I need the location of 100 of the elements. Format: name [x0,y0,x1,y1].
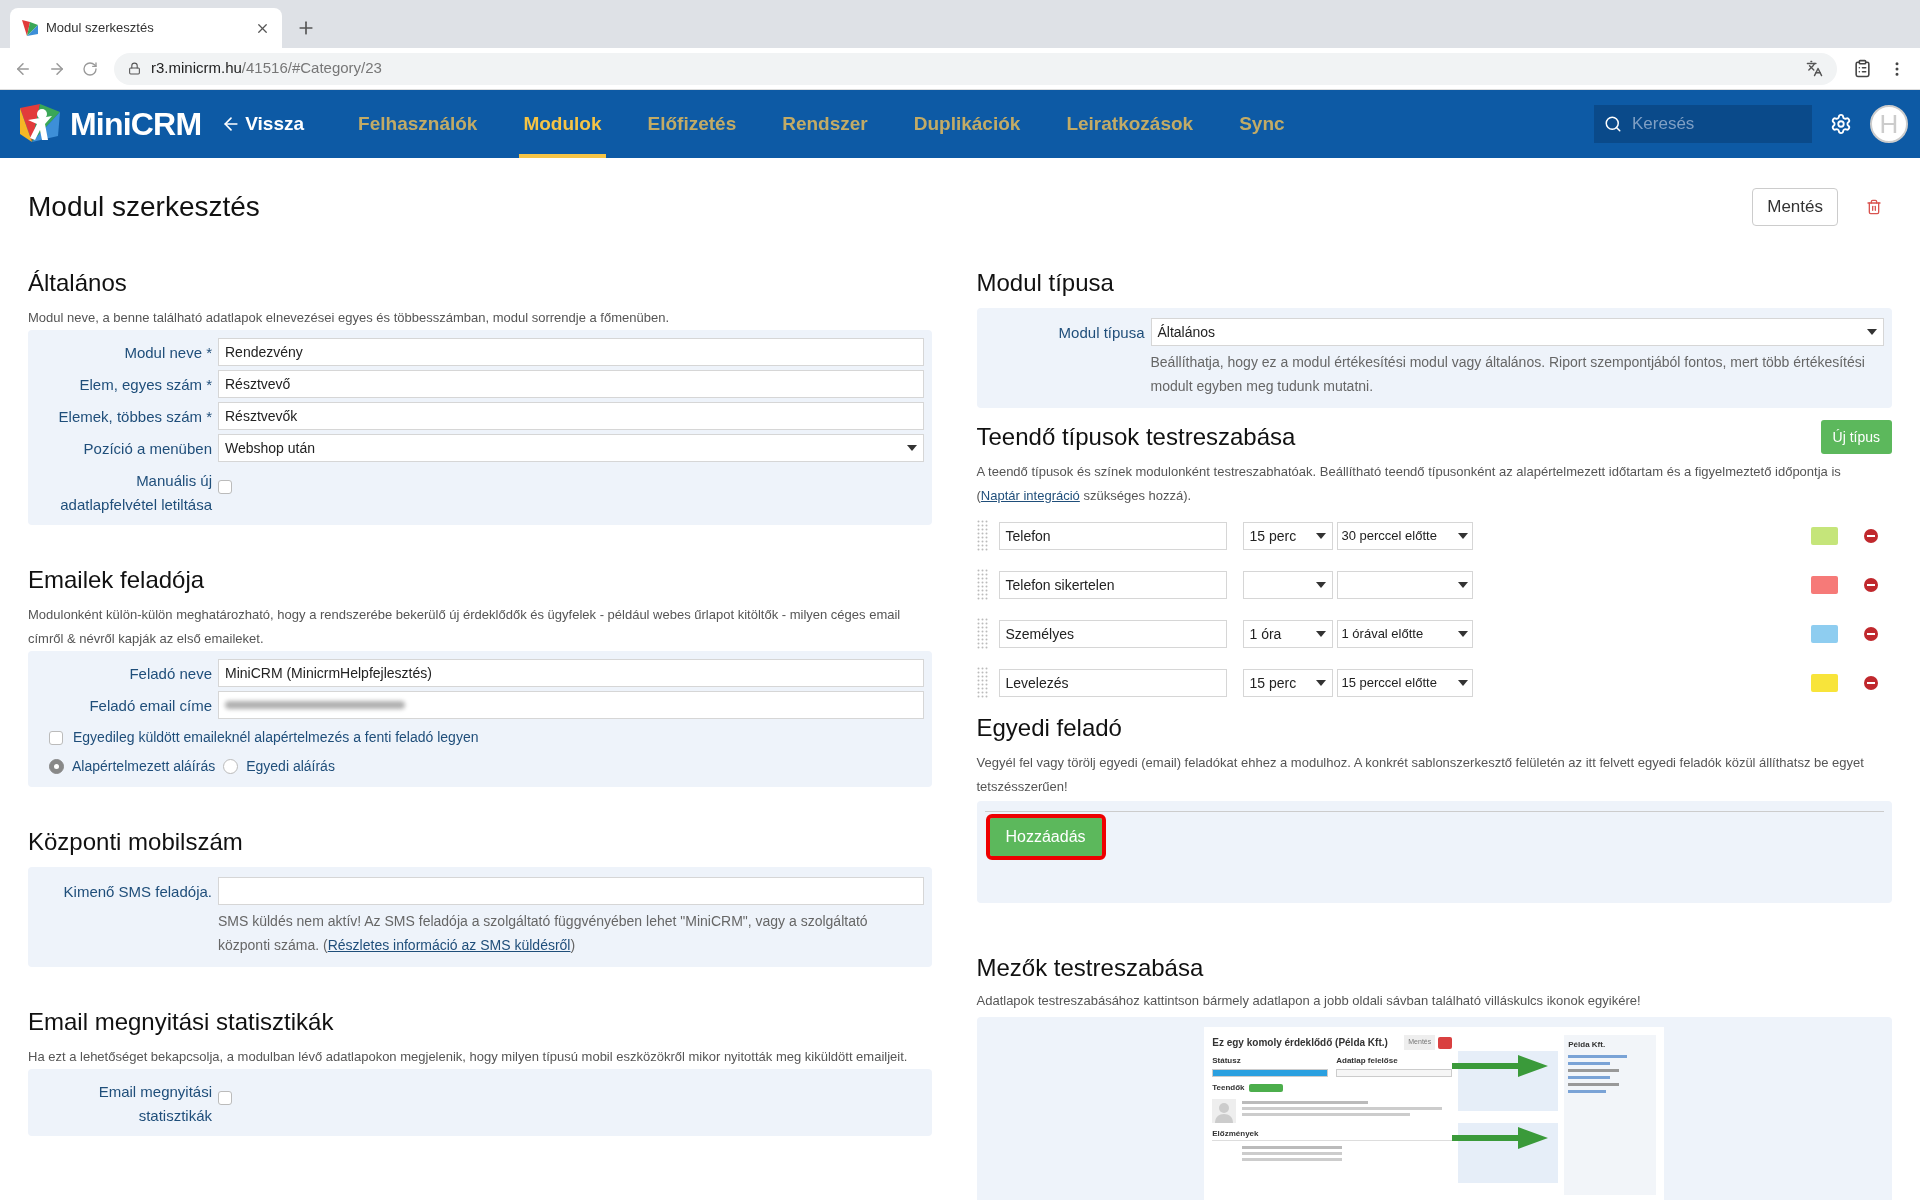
text-field[interactable]: Résztvevő [218,370,924,398]
reload-icon[interactable] [82,60,98,77]
remove-icon[interactable] [1864,627,1878,641]
save-button[interactable]: Mentés [1752,188,1838,226]
field-label: Státusz [1212,1055,1242,1067]
caret-icon [1457,533,1468,539]
text-field[interactable] [218,691,924,719]
drag-handle-icon[interactable] [976,618,989,650]
address-field[interactable]: r3.minicrm.hu/41516/#Category/23 [114,52,1837,85]
text-field[interactable] [218,877,924,905]
color-swatch[interactable] [1811,527,1838,545]
delete-icon[interactable] [1866,199,1882,215]
caret-icon [1457,680,1468,686]
clipboard-icon[interactable] [1853,59,1872,78]
text-field[interactable]: Résztvevők [218,402,924,430]
section-heading: Egyedi feladó [976,713,1123,743]
tab-title: Modul szerkesztés [46,19,155,38]
caret-icon [1867,329,1877,335]
task-name-field[interactable]: Telefon sikertelen [998,571,1227,599]
company-name: Példa Kft. [1568,1039,1607,1051]
radio-button[interactable] [223,759,239,774]
field-label: Adatlap felelőse [1336,1055,1399,1067]
field-label: Kimenő SMS feladója. [62,882,212,902]
task-name-field[interactable]: Levelezés [998,669,1227,697]
section-heading: Mezők testreszabása [976,953,1205,983]
page-title: Modul szerkesztés [28,190,260,224]
settings-icon[interactable] [1830,113,1852,135]
section-description: Modul neve, a benne található adatlapok elnevezései egyes és többesszámban, modul sorrendje a főmenüben. [28,309,671,327]
drag-handle-icon[interactable] [976,569,989,601]
section-heading: Emailek feladója [28,565,206,595]
avatar-icon [1212,1099,1237,1123]
field-label: Elem, egyes szám * [78,375,212,395]
section-heading: Email megnyitási statisztikák [28,1007,335,1037]
duration-select[interactable]: 15 perc [1242,669,1333,697]
back-link[interactable]: Vissza [221,109,305,139]
caret-icon [1457,582,1468,588]
field-label: Elemek, többes szám * [57,407,212,427]
radio-button[interactable] [49,759,64,774]
record-title: Ez egy komoly érdeklődő (Példa Kft.) [1212,1036,1388,1050]
remove-icon[interactable] [1864,529,1878,543]
favicon-icon [22,20,38,36]
select-field[interactable]: Webshop után [218,434,924,462]
remove-icon[interactable] [1864,676,1878,690]
field-label: Email megnyitási statisztikák [97,1082,212,1126]
todo-heading: Teendők [1212,1082,1245,1094]
search-icon [1604,115,1622,133]
checkbox[interactable] [49,730,63,745]
calendar-link[interactable]: Naptár integráció [980,488,1080,503]
checkbox[interactable] [218,1091,232,1105]
field-label: Pozíció a menüben [82,439,212,459]
color-swatch[interactable] [1811,576,1838,594]
caret-icon [1315,582,1326,588]
field-label: Manuális új adatlapfelvétel letiltása [59,471,212,515]
reminder-select[interactable] [1336,571,1473,599]
duration-select[interactable]: 15 perc [1242,522,1333,550]
lock-icon [128,62,141,75]
drag-handle-icon[interactable] [976,520,989,552]
color-swatch[interactable] [1811,674,1838,692]
section-heading: Modul típusa [976,268,1115,298]
field-note: Beállíthatja, hogy ez a modul értékesítési modul vagy általános. Riport szempontjából fontos, mert több értékesítési modult egyben meg tudunk mutatni. [1149,353,1866,396]
app-logo: MiniCRM [70,105,202,144]
section-description: Ha ezt a lehetőséget bekapcsolja, a modulban lévő adatlapokon megjelenik, hogy milyen típusú mobil eszközökről mikor nyitották meg kiküldött emailjeit. [28,1048,909,1066]
reminder-select[interactable]: 30 perccel előtte [1336,522,1473,550]
task-name-field[interactable]: Személyes [998,620,1227,648]
caret-icon [1315,533,1326,539]
sms-note: SMS küldés nem aktív! Az SMS feladója a szolgáltató függvényében lehet "MiniCRM", vagy a szolgáltató központi száma. (Részletes információ az SMS küldésről) [217,912,869,955]
radio-label: Egyedi aláírás [246,757,335,776]
section-description: Vegyél fel vagy törölj egyedi (email) feladókat ehhez a modulhoz. A konkrét sablonszerkesztő felületén az itt felvett egyedi feladók közül állíthatsz be egyet tetszésszerűen! [976,754,1865,796]
browser-tab[interactable]: Modul szerkesztés [10,8,282,48]
translate-icon[interactable] [1806,60,1823,77]
color-swatch[interactable] [1811,625,1838,643]
field-label: Modul típusa [1057,323,1145,343]
radio-label: Alapértelmezett aláírás [72,757,216,776]
caret-icon [1457,631,1468,637]
caret-icon [1315,631,1326,637]
section-description: Adatlapok testreszabásához kattintson bármely adatlapon a jobb oldali sávban található villáskulcs ikonok egyikére! [976,992,1642,1010]
section-heading: Általános [28,268,128,298]
section-description: Modulonként külön-külön meghatározható, hogy a rendszerébe bekerülő új érdeklődők és ügyfelek - például webes űrlapot kitöltők - milyen céges email címről & névről kapják az első emaileket. [28,606,902,648]
checkbox-label: Egyedileg küldött emaileknél alapértelmezés a fenti feladó legyen [73,728,479,747]
checkbox[interactable] [218,480,232,494]
select-field[interactable]: Általános [1150,318,1884,346]
duration-select[interactable] [1242,571,1333,599]
text-field[interactable]: Rendezvény [218,338,924,366]
reminder-select[interactable]: 1 órával előtte [1336,620,1473,648]
url-text: r3.minicrm.hu/41516/#Category/23 [151,58,383,79]
caret-icon [906,445,917,451]
reminder-select[interactable]: 15 perccel előtte [1336,669,1473,697]
task-name-field[interactable]: Telefon [998,522,1227,550]
nav-tab[interactable]: Modulok [519,90,606,158]
sms-info-link[interactable]: Részletes információ az SMS küldésről [327,937,571,953]
section-description: A teendő típusok és színek modulonként testreszabhatóak. Beállítható teendő típusonként az alapértelmezett időtartam és a figyelmeztető időpontja is (Naptár integráció szükséges hozzá). [976,463,1842,505]
search-field[interactable]: Keresés [1594,105,1812,143]
section-heading: Központi mobilszám [28,827,244,857]
field-label: Feladó email címe [88,696,212,716]
field-label: Modul neve * [123,343,212,363]
field-label: Feladó neve [128,664,212,684]
text-field[interactable]: MiniCRM (MinicrmHelpfejlesztés) [218,659,924,687]
drag-handle-icon[interactable] [976,667,989,699]
duration-select[interactable]: 1 óra [1242,620,1333,648]
remove-icon[interactable] [1864,578,1878,592]
